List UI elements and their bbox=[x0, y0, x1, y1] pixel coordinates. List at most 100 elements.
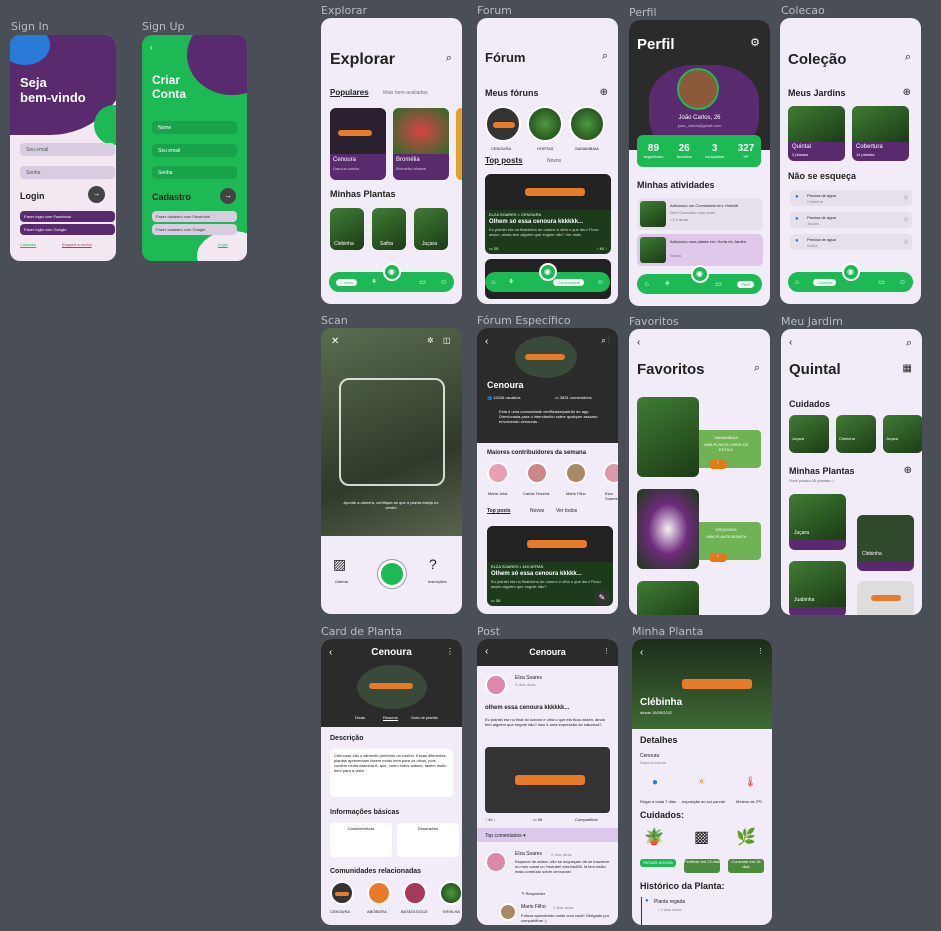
camera-button[interactable]: ◉ bbox=[538, 263, 557, 281]
favorite-image[interactable] bbox=[637, 489, 699, 569]
garden-card[interactable]: Cobertura 14 plantas bbox=[852, 106, 909, 161]
nav-forum[interactable]: Comunidade bbox=[553, 278, 584, 286]
nav-forum-icon[interactable]: ▭ bbox=[419, 278, 426, 286]
tab-dicas[interactable]: Dicas bbox=[355, 715, 365, 720]
add-icon[interactable]: ⊕ bbox=[600, 87, 608, 98]
share-icon[interactable]: ⋮ bbox=[757, 647, 764, 655]
nav-home-icon[interactable]: ⌂ bbox=[491, 279, 495, 286]
favorite-image[interactable] bbox=[637, 397, 699, 477]
tab-resumo[interactable]: Resumo bbox=[383, 715, 398, 721]
forum-avatar[interactable] bbox=[485, 106, 521, 142]
care-card[interactable]: Clebinha bbox=[836, 415, 876, 453]
nav-home-icon[interactable]: ⌂ bbox=[645, 281, 649, 288]
nav-garden-icon[interactable]: ⚘ bbox=[508, 278, 514, 286]
top-comments-dropdown[interactable]: Top comentarios ▾ bbox=[485, 833, 526, 839]
reminder-item[interactable]: ● Precisa de água Safira ⓘ bbox=[790, 234, 912, 250]
login-arrow-button[interactable]: → bbox=[88, 186, 105, 203]
forum-post-card[interactable]: ELZA SOARES > CENOURA Olhem só essa ceno… bbox=[485, 174, 611, 254]
open-button[interactable]: › bbox=[709, 553, 727, 562]
forum-avatar[interactable] bbox=[569, 106, 605, 142]
water-now-button[interactable]: REGAR AGORA bbox=[640, 859, 676, 867]
consult-button[interactable]: Consultar em 18 dias bbox=[728, 859, 764, 873]
tab-guia-plantio[interactable]: Guia de plantio bbox=[411, 715, 438, 720]
tab-mais-avaliadas[interactable]: Mais bem-avaliadas bbox=[383, 90, 427, 96]
camera-flip-icon[interactable]: ◫ bbox=[443, 336, 451, 345]
email-field[interactable]: Seu email bbox=[152, 144, 237, 157]
search-icon[interactable]: ⌕ bbox=[906, 337, 912, 350]
nav-home-icon[interactable]: ⌂ bbox=[795, 279, 799, 286]
activity-item[interactable]: Adicionou um Comentário em: Hortelã Sim!… bbox=[637, 198, 763, 230]
camera-button[interactable]: ◉ bbox=[841, 263, 860, 281]
nav-profile-icon[interactable]: ☺ bbox=[899, 279, 906, 286]
camera-button[interactable]: ◉ bbox=[382, 263, 401, 281]
care-card[interactable]: Juçara bbox=[789, 415, 829, 453]
tab-top-posts[interactable]: Top posts bbox=[485, 156, 523, 165]
login-link[interactable]: Login bbox=[218, 242, 228, 247]
care-card[interactable]: Juçara bbox=[883, 415, 922, 453]
add-icon[interactable]: ⊕ bbox=[903, 87, 911, 98]
my-plant-card[interactable]: Juçara bbox=[414, 208, 448, 250]
share-icon[interactable]: ⋮ bbox=[603, 647, 610, 655]
favorite-image[interactable] bbox=[637, 581, 699, 615]
my-plant-card[interactable]: Clebinha bbox=[330, 208, 364, 250]
signup-link[interactable]: Cadastro bbox=[20, 242, 36, 247]
share-icon[interactable]: ⌕ ⋮ bbox=[601, 336, 610, 346]
vote-count[interactable]: ↑ 40 ↓ bbox=[485, 817, 496, 822]
add-icon[interactable]: ⊕ bbox=[904, 465, 912, 476]
settings-icon[interactable]: ⚙ bbox=[750, 36, 760, 49]
email-field[interactable]: Seu email bbox=[20, 143, 115, 156]
google-login-button[interactable]: Fazer login com Google bbox=[20, 224, 115, 235]
garden-card[interactable]: Quintal 3 plantas bbox=[788, 106, 845, 161]
tab-top-posts[interactable]: Top posts bbox=[487, 508, 511, 514]
plant-card[interactable]: Cenoura Daucus carota bbox=[330, 108, 386, 180]
reminder-item[interactable]: ● Precisa de água Clebinha ⓘ bbox=[790, 190, 912, 206]
facebook-login-button[interactable]: Fazer login com Facebook bbox=[20, 211, 115, 222]
name-field[interactable]: Nome bbox=[152, 121, 237, 134]
google-signup-button[interactable]: Fazer cadastro com Google bbox=[152, 224, 237, 235]
flash-icon[interactable]: ✲ bbox=[427, 336, 434, 345]
calendar-icon[interactable]: ▦ bbox=[903, 363, 912, 374]
plant-card[interactable]: Juabinha bbox=[789, 561, 846, 615]
share-button[interactable]: Compartilhar bbox=[575, 817, 598, 822]
close-icon[interactable]: ✕ bbox=[331, 336, 339, 347]
my-plant-card[interactable]: Safira bbox=[372, 208, 406, 250]
nav-home[interactable]: ⌂ Início bbox=[335, 278, 358, 286]
search-icon[interactable]: ⌕ bbox=[905, 51, 911, 64]
password-field[interactable]: Senha bbox=[20, 166, 115, 179]
back-icon[interactable]: ‹ bbox=[637, 337, 640, 348]
search-icon[interactable]: ⌕ bbox=[754, 362, 760, 375]
nav-profile[interactable]: Perfil bbox=[737, 280, 755, 288]
tab-populares[interactable]: Populares bbox=[330, 88, 369, 97]
facebook-signup-button[interactable]: Fazer cadastro com Facebook bbox=[152, 211, 237, 222]
fertilize-button[interactable]: Fertilizar em 13 dias bbox=[684, 859, 720, 873]
nav-profile-icon[interactable]: ☺ bbox=[440, 279, 447, 286]
nav-profile-icon[interactable]: ☺ bbox=[597, 279, 604, 286]
comment-count[interactable]: ▭ 96 bbox=[533, 817, 542, 822]
nav-garden-icon[interactable]: ⚘ bbox=[664, 280, 670, 288]
nav-forum-icon[interactable]: ▭ bbox=[715, 280, 722, 288]
password-field[interactable]: Senha bbox=[152, 166, 237, 179]
activity-item[interactable]: Adicionou uma planta em: Horta do Jardim… bbox=[637, 234, 763, 266]
back-icon[interactable]: ‹ bbox=[150, 43, 153, 52]
edit-icon[interactable]: ✎ bbox=[594, 590, 610, 606]
reply-button[interactable]: ↰ Responder bbox=[521, 891, 545, 896]
signup-arrow-button[interactable]: → bbox=[220, 188, 236, 204]
search-icon[interactable]: ⌕ bbox=[602, 50, 608, 63]
nav-colecao[interactable]: Coleção bbox=[813, 278, 836, 286]
open-button[interactable]: › bbox=[709, 460, 727, 469]
tab-ver-todos[interactable]: Ver todos bbox=[556, 508, 577, 514]
plant-card[interactable]: Juçara bbox=[789, 494, 846, 550]
forum-avatar[interactable] bbox=[527, 106, 563, 142]
back-icon[interactable]: ‹ bbox=[640, 647, 643, 658]
back-icon[interactable]: ‹ bbox=[789, 337, 792, 348]
shutter-button[interactable] bbox=[378, 560, 406, 588]
tab-novos[interactable]: Novos bbox=[530, 508, 544, 514]
help-icon[interactable]: ? bbox=[429, 556, 437, 572]
forgot-password-link[interactable]: Esqueci a senha bbox=[62, 242, 92, 247]
tab-novos[interactable]: Novos bbox=[547, 158, 561, 164]
gallery-icon[interactable]: ▨ bbox=[333, 556, 346, 573]
nav-forum-icon[interactable]: ▭ bbox=[878, 278, 885, 286]
camera-button[interactable]: ◉ bbox=[690, 265, 709, 283]
search-icon[interactable]: ⌕ bbox=[446, 52, 452, 65]
nav-garden-icon[interactable]: ⚘ bbox=[371, 278, 377, 286]
